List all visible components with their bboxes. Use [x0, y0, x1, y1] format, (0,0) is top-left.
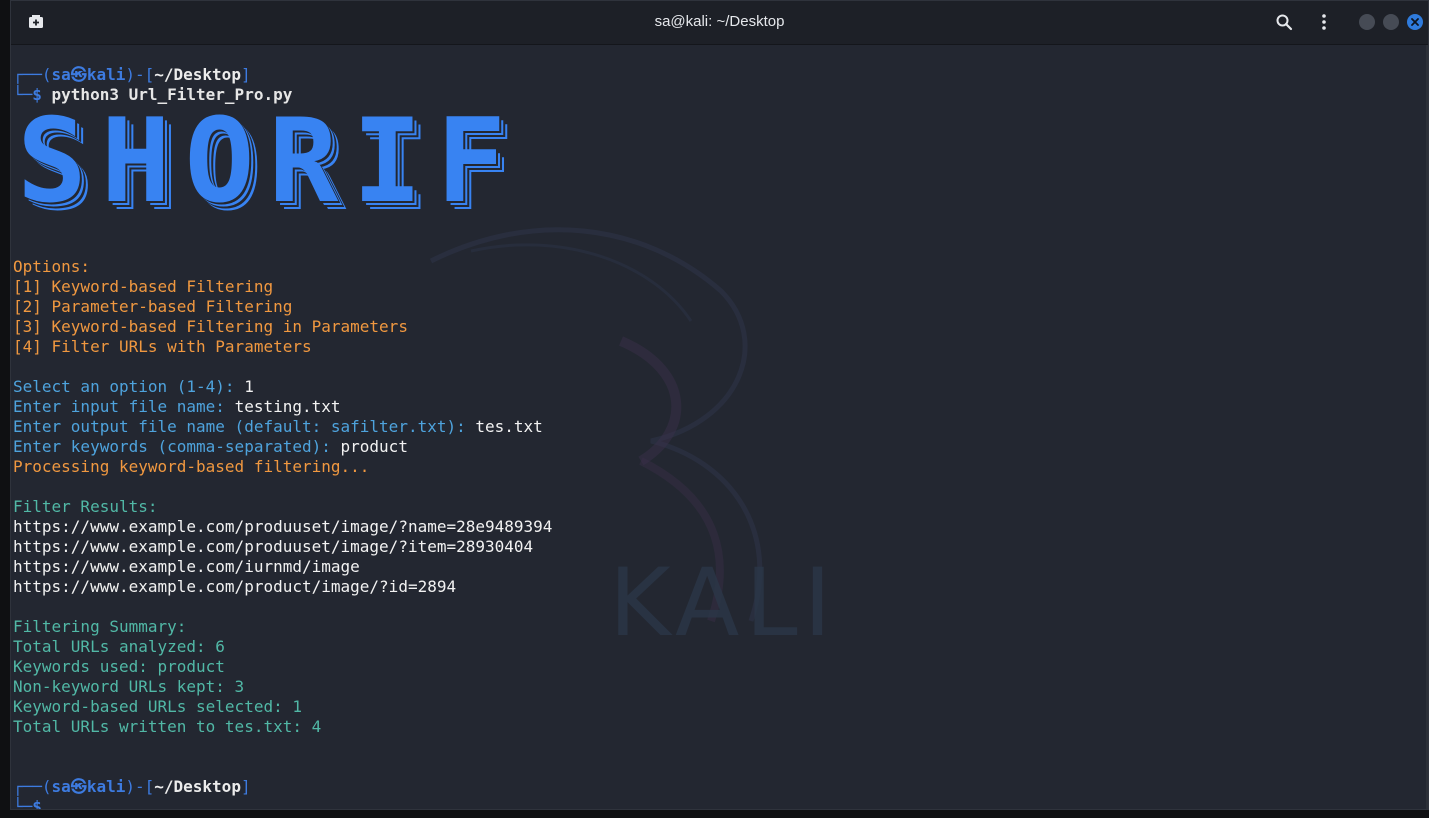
result-url: https://www.example.com/iurnmd/image: [13, 557, 360, 576]
prompt-line-top: ┌──(sa㉿kali)-[~/Desktop]: [13, 65, 251, 84]
summary-line: Non-keyword URLs kept: 3: [13, 677, 245, 696]
option-item: [4] Filter URLs with Parameters: [13, 337, 312, 356]
result-url: https://www.example.com/produuset/image/…: [13, 537, 534, 556]
window-title: sa@kali: ~/Desktop: [654, 13, 785, 30]
option-item: [2] Parameter-based Filtering: [13, 297, 293, 316]
ascii-banner: SHORIF: [13, 97, 1428, 237]
kebab-menu-icon[interactable]: [1315, 13, 1333, 31]
result-url: https://www.example.com/product/image/?i…: [13, 577, 457, 596]
title-bar: sa@kali: ~/Desktop: [11, 1, 1428, 45]
output-file-line: Enter output file name (default: safilte…: [13, 417, 543, 436]
terminal-output[interactable]: ┌──(sa㉿kali)-[~/Desktop] └─$ python3 Url…: [13, 65, 1428, 809]
close-button[interactable]: [1407, 14, 1423, 30]
summary-line: Keywords used: product: [13, 657, 225, 676]
processing-line: Processing keyword-based filtering...: [13, 457, 370, 476]
option-item: [3] Keyword-based Filtering in Parameter…: [13, 317, 408, 336]
prompt-input-line[interactable]: └─$: [13, 797, 1428, 809]
option-item: [1] Keyword-based Filtering: [13, 277, 274, 296]
terminal-window: sa@kali: ~/Desktop KALI ┌──(sa㉿kali)-[~/…: [10, 0, 1429, 810]
maximize-button[interactable]: [1383, 14, 1399, 30]
minimize-button[interactable]: [1359, 14, 1375, 30]
input-file-line: Enter input file name: testing.txt: [13, 397, 341, 416]
scrollbar[interactable]: [1426, 45, 1428, 809]
summary-header: Filtering Summary:: [13, 617, 187, 636]
search-icon[interactable]: [1275, 13, 1293, 31]
close-icon: [1411, 18, 1419, 26]
keywords-line: Enter keywords (comma-separated): produc…: [13, 437, 408, 456]
results-header: Filter Results:: [13, 497, 158, 516]
select-option-line: Select an option (1-4): 1: [13, 377, 254, 396]
summary-line: Total URLs written to tes.txt: 4: [13, 717, 322, 736]
prompt-line-top: ┌──(sa㉿kali)-[~/Desktop]: [13, 777, 251, 796]
summary-line: Total URLs analyzed: 6: [13, 637, 225, 656]
summary-line: Keyword-based URLs selected: 1: [13, 697, 302, 716]
banner-text: SHORIF: [17, 94, 521, 229]
result-url: https://www.example.com/produuset/image/…: [13, 517, 553, 536]
options-header: Options:: [13, 257, 91, 276]
